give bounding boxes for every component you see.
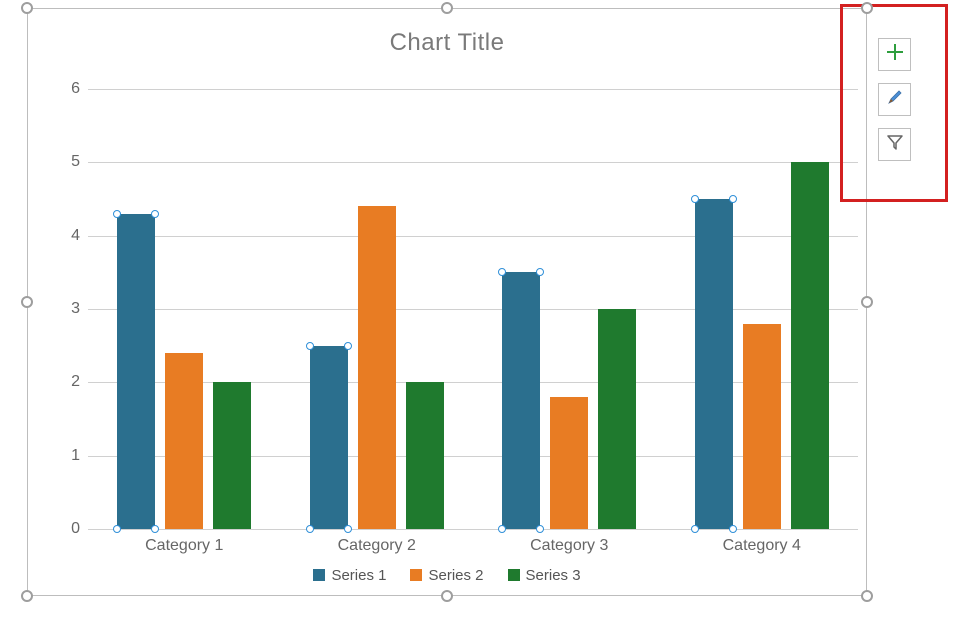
x-axis-tick-label: Category 1 [145, 537, 223, 555]
y-axis-tick-label: 3 [50, 300, 80, 318]
series-selection-handle[interactable] [536, 525, 544, 533]
series-selection-handle[interactable] [729, 195, 737, 203]
series-selection-handle[interactable] [729, 525, 737, 533]
bar-series-2[interactable] [165, 353, 203, 529]
gridline [88, 236, 858, 237]
x-axis-tick-label: Category 4 [723, 537, 801, 555]
selection-handle-sw[interactable] [21, 590, 33, 602]
bar-series-3[interactable] [406, 382, 444, 529]
series-selection-handle[interactable] [113, 525, 121, 533]
chart-title[interactable]: Chart Title [28, 29, 866, 57]
legend-swatch [410, 569, 422, 581]
chart-elements-button[interactable] [878, 38, 911, 71]
legend-label: Series 2 [428, 567, 483, 584]
legend-label: Series 3 [526, 567, 581, 584]
bar-series-1[interactable] [117, 214, 155, 529]
y-axis-tick-label: 2 [50, 373, 80, 391]
legend-swatch [508, 569, 520, 581]
legend-label: Series 1 [331, 567, 386, 584]
legend[interactable]: Series 1 Series 2 Series 3 [28, 567, 866, 586]
selection-handle-se[interactable] [861, 590, 873, 602]
series-selection-handle[interactable] [306, 525, 314, 533]
x-axis-tick-label: Category 2 [338, 537, 416, 555]
y-axis-tick-label: 0 [50, 520, 80, 538]
series-selection-handle[interactable] [498, 268, 506, 276]
legend-item[interactable]: Series 2 [410, 567, 483, 584]
chart-object[interactable]: Chart Title 0123456Category 1Category 2C… [27, 8, 867, 596]
bar-series-3[interactable] [213, 382, 251, 529]
gridline [88, 309, 858, 310]
plus-icon [885, 42, 905, 67]
series-selection-handle[interactable] [113, 210, 121, 218]
x-axis-tick-label: Category 3 [530, 537, 608, 555]
bar-series-3[interactable] [791, 162, 829, 529]
chart-tools-panel [878, 38, 923, 173]
series-selection-handle[interactable] [306, 342, 314, 350]
y-axis-tick-label: 1 [50, 447, 80, 465]
series-selection-handle[interactable] [691, 195, 699, 203]
bar-series-1[interactable] [695, 199, 733, 529]
y-axis-tick-label: 5 [50, 153, 80, 171]
selection-handle-e[interactable] [861, 296, 873, 308]
bar-series-1[interactable] [310, 346, 348, 529]
bar-series-3[interactable] [598, 309, 636, 529]
gridline [88, 89, 858, 90]
plot-area[interactable]: 0123456Category 1Category 2Category 3Cat… [88, 89, 858, 529]
series-selection-handle[interactable] [498, 525, 506, 533]
y-axis-tick-label: 6 [50, 80, 80, 98]
chart-filters-button[interactable] [878, 128, 911, 161]
bar-series-2[interactable] [743, 324, 781, 529]
selection-handle-s[interactable] [441, 590, 453, 602]
series-selection-handle[interactable] [151, 525, 159, 533]
bar-series-2[interactable] [550, 397, 588, 529]
series-selection-handle[interactable] [344, 342, 352, 350]
chart-styles-button[interactable] [878, 83, 911, 116]
series-selection-handle[interactable] [691, 525, 699, 533]
selection-handle-nw[interactable] [21, 2, 33, 14]
bar-series-2[interactable] [358, 206, 396, 529]
legend-swatch [313, 569, 325, 581]
selection-handle-ne[interactable] [861, 2, 873, 14]
paintbrush-icon [885, 87, 905, 112]
selection-handle-w[interactable] [21, 296, 33, 308]
legend-item[interactable]: Series 1 [313, 567, 386, 584]
y-axis-tick-label: 4 [50, 227, 80, 245]
legend-item[interactable]: Series 3 [508, 567, 581, 584]
series-selection-handle[interactable] [536, 268, 544, 276]
gridline [88, 162, 858, 163]
bar-series-1[interactable] [502, 272, 540, 529]
series-selection-handle[interactable] [344, 525, 352, 533]
gridline [88, 529, 858, 530]
series-selection-handle[interactable] [151, 210, 159, 218]
selection-handle-n[interactable] [441, 2, 453, 14]
funnel-icon [885, 132, 905, 157]
